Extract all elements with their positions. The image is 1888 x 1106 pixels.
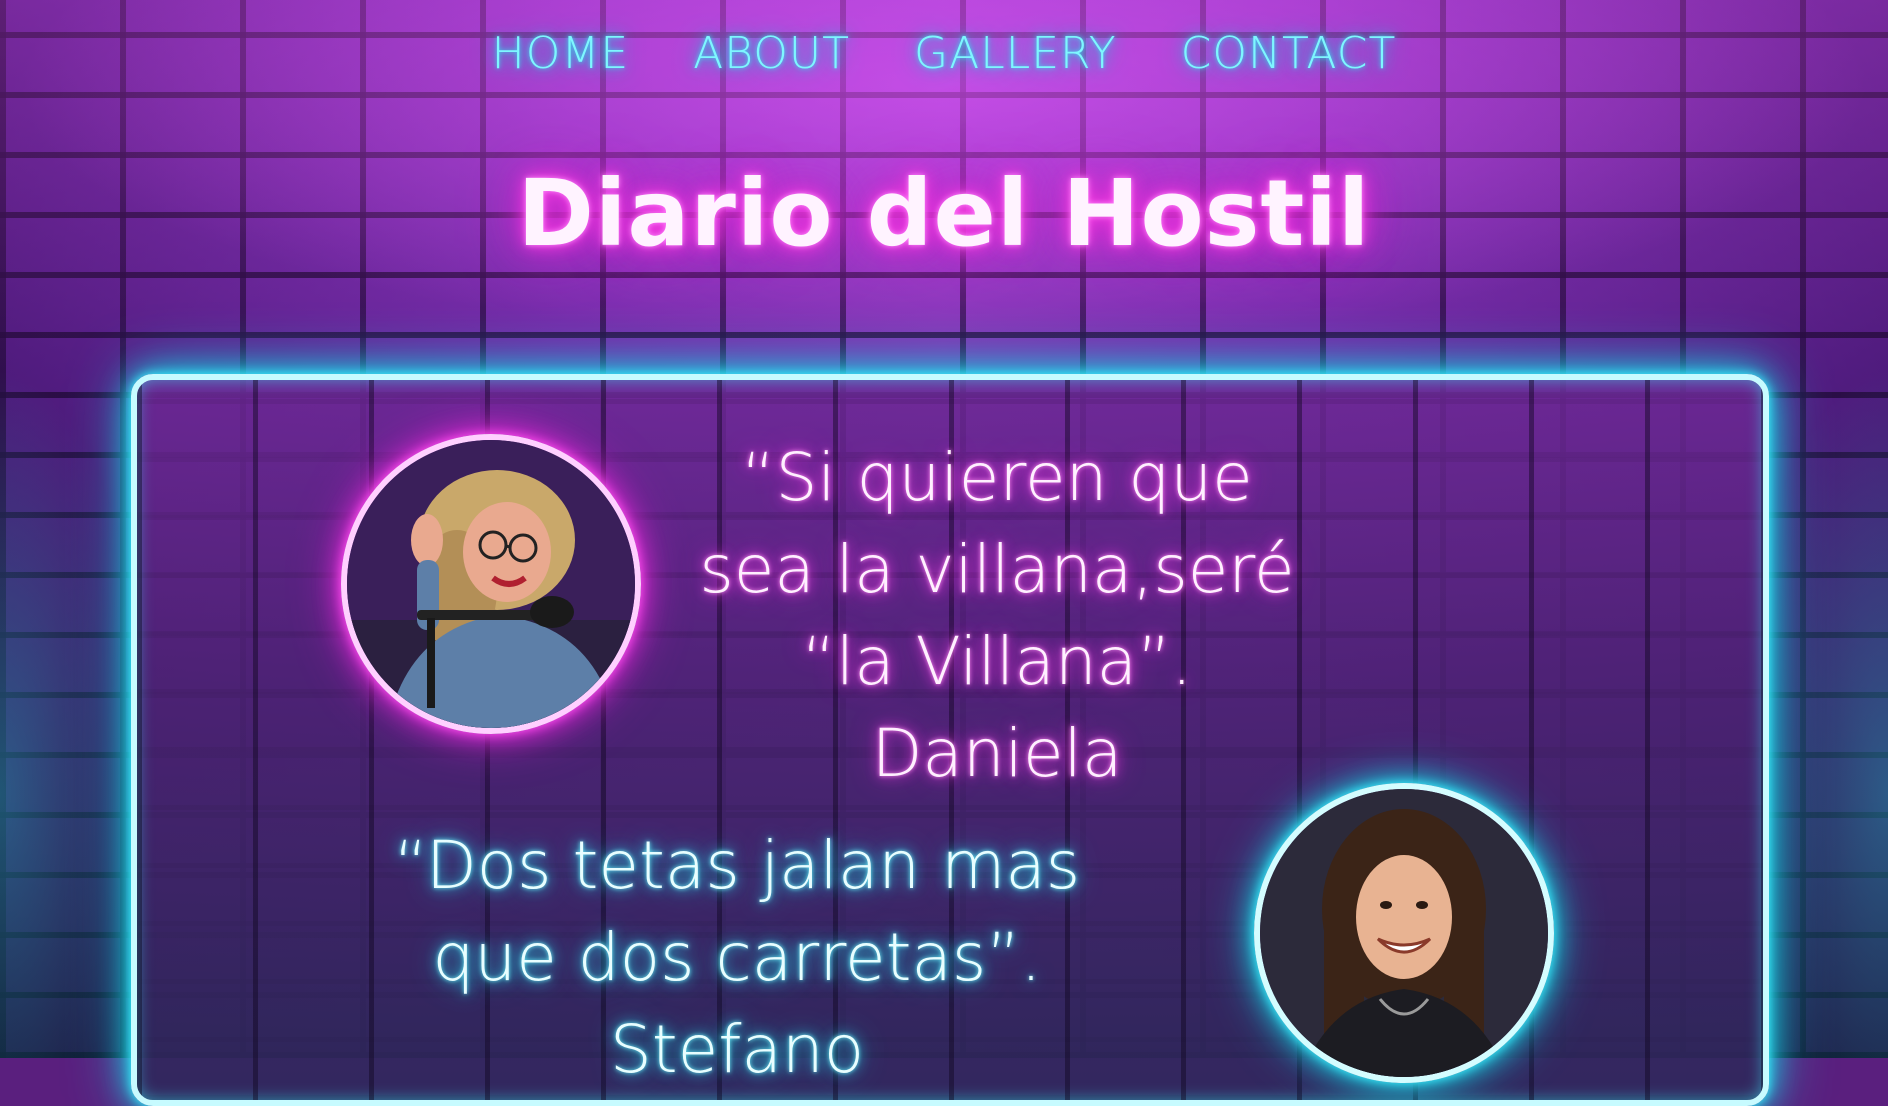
quote-stefano: “Dos tetas jalan mas que dos carretas”. … xyxy=(393,827,1081,1088)
nav-about-link[interactable]: ABOUT xyxy=(661,28,882,79)
nav-gallery-link[interactable]: GALLERY xyxy=(882,28,1149,79)
site-title: Diario del Hostil xyxy=(517,160,1371,267)
nav-contact-link[interactable]: CONTACT xyxy=(1149,28,1429,79)
avatar-stefano xyxy=(1254,783,1554,1083)
main-nav: HOME ABOUT GALLERY CONTACT xyxy=(0,28,1888,79)
avatar-daniela xyxy=(341,434,641,734)
quote-daniela: “Si quieren que sea la villana,seré “la … xyxy=(699,439,1295,792)
avatar-stefano-photo xyxy=(1260,789,1548,1077)
avatar-daniela-photo xyxy=(347,440,635,728)
quotes-panel: “Si quieren que sea la villana,seré “la … xyxy=(131,374,1769,1106)
nav-home-link[interactable]: HOME xyxy=(460,28,661,79)
